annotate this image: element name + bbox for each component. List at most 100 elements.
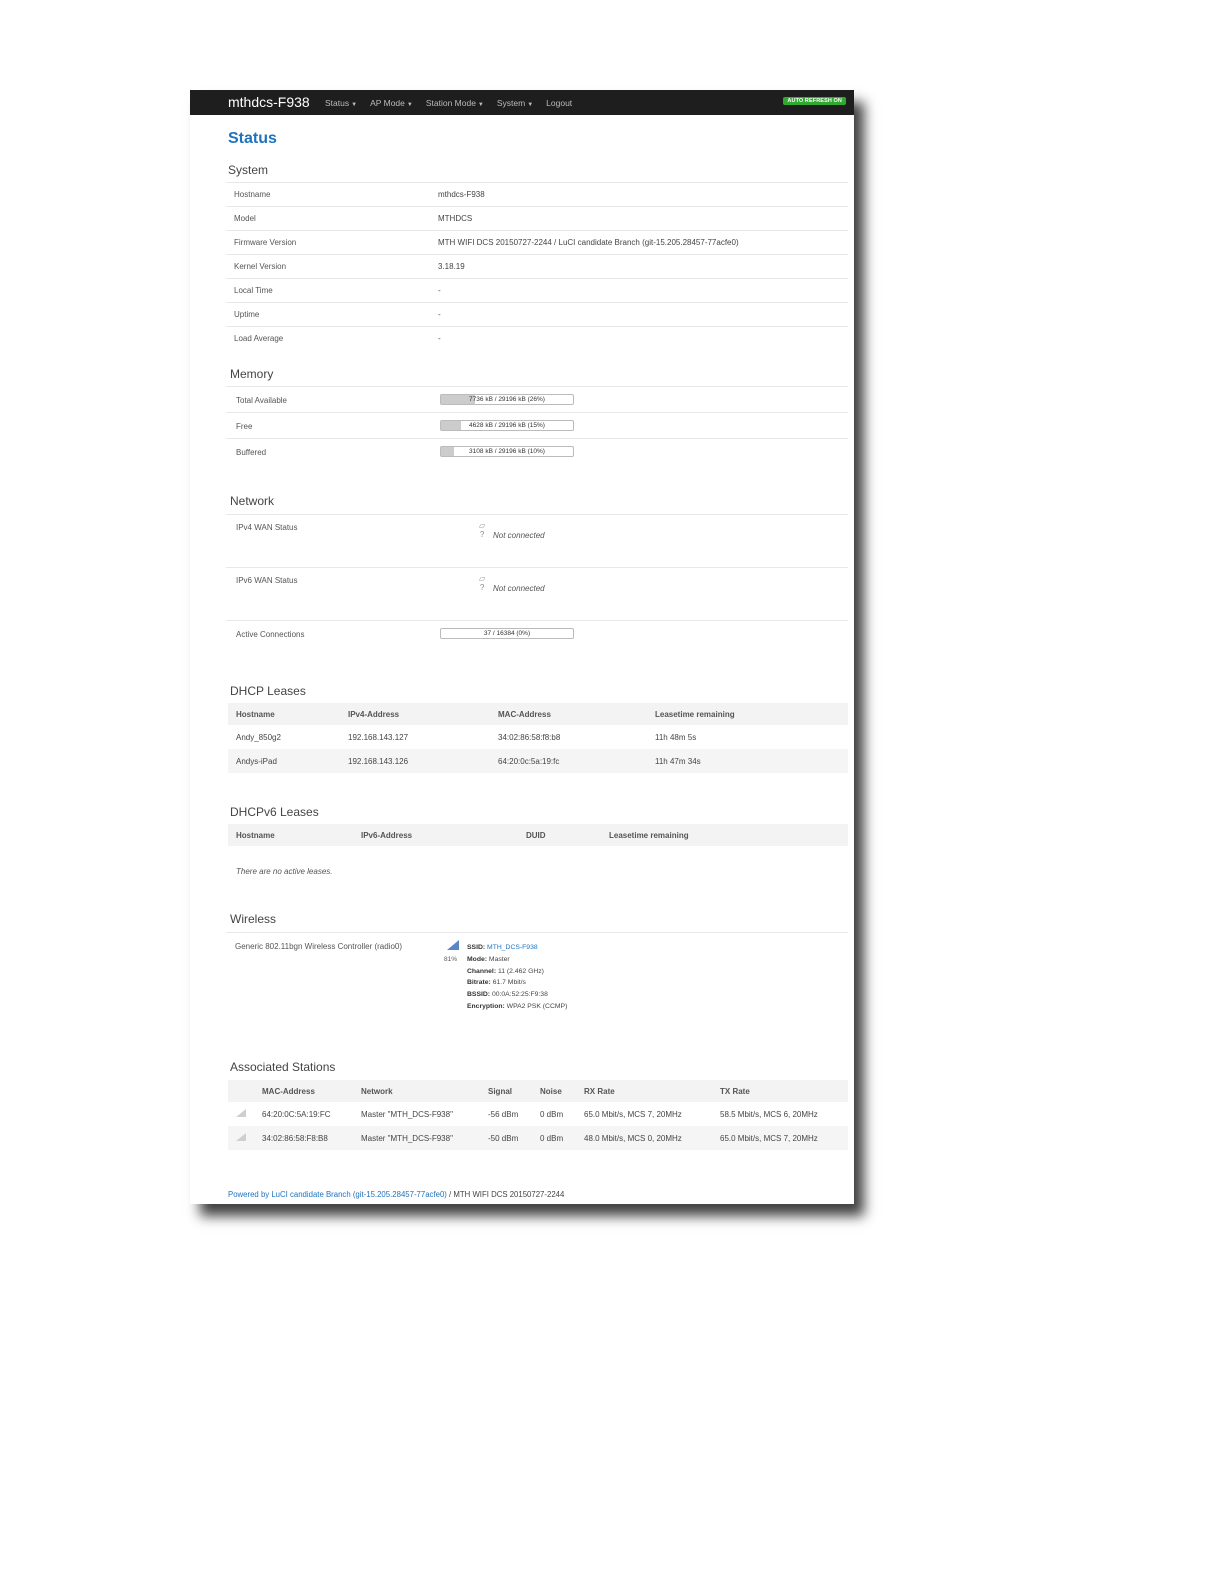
table-cell: 65.0 Mbit/s, MCS 7, 20MHz xyxy=(584,1109,682,1119)
dhcpv6-leases-table: Hostname IPv6-Address DUID Leasetime rem… xyxy=(228,824,848,846)
column-header: Leasetime remaining xyxy=(609,824,848,846)
ipv4-wan-status: Not connected xyxy=(493,531,545,540)
ipv4-wan-label: IPv4 WAN Status xyxy=(236,523,298,532)
nav-status-menu[interactable]: Status ▼ xyxy=(325,98,357,108)
wireless-info: SSID: MTH_DCS-F938 Mode: Master Channel:… xyxy=(467,942,567,1013)
network-link[interactable]: Master "MTH_DCS-F938" xyxy=(361,1102,488,1126)
wireless-divider xyxy=(226,932,848,933)
system-row: Model MTHDCS xyxy=(226,206,848,231)
system-row-label: Hostname xyxy=(234,190,271,199)
table-cell: 64:20:0C:5A:19:FC xyxy=(262,1109,331,1119)
bitrate-line: Bitrate: 61.7 Mbit/s xyxy=(467,977,567,989)
nav-system-menu[interactable]: System ▼ xyxy=(497,98,533,108)
top-navbar: mthdcs-F938 Status ▼ AP Mode ▼ Station Mod… xyxy=(190,90,854,115)
bssid-line: BSSID: 00:0A:52:25:F9:38 xyxy=(467,989,567,1001)
column-header xyxy=(228,1080,262,1102)
column-header: Network xyxy=(361,1080,488,1102)
table-header-row: Hostname IPv6-Address DUID Leasetime rem… xyxy=(228,824,848,846)
column-header: Hostname xyxy=(228,824,361,846)
signal-weak-icon xyxy=(236,1133,246,1141)
memory-progress-bar: 3108 kB / 29196 kB (10%) xyxy=(440,446,574,457)
mode-value: Master xyxy=(488,955,510,963)
dhcpv6-section-title: DHCPv6 Leases xyxy=(230,805,319,819)
system-row: Hostname mthdcs-F938 xyxy=(226,182,848,207)
table-cell xyxy=(228,1102,262,1126)
signal-strength-icon xyxy=(447,940,459,950)
system-row: Firmware Version MTH WIFI DCS 20150727-22… xyxy=(226,230,848,255)
info-key: SSID: xyxy=(467,944,486,951)
auto-refresh-toggle[interactable]: AUTO REFRESH ON xyxy=(783,97,846,105)
unknown-status-glyph: ? xyxy=(479,530,485,539)
ipv6-wan-status: Not connected xyxy=(493,584,545,593)
column-header: MAC-Address xyxy=(262,1080,361,1102)
network-link[interactable]: Master "MTH_DCS-F938" xyxy=(361,1126,488,1150)
nav-station-mode-label: Station Mode xyxy=(425,97,476,108)
memory-section-title: Memory xyxy=(230,367,274,381)
memory-row: Buffered 3108 kB / 29196 kB (10%) xyxy=(226,438,848,465)
table-row: Andy_850g2 192.168.143.127 34:02:86:58:f… xyxy=(228,725,848,749)
memory-row-label: Total Available xyxy=(236,396,287,405)
bssid-value: 00:0A:52:25:F9:38 xyxy=(491,991,548,999)
footer: Powered by LuCI candidate Branch (git-15… xyxy=(228,1190,564,1199)
table-cell xyxy=(228,1126,262,1150)
table-cell: 34:02:86:58:f8:b8 xyxy=(498,732,561,742)
table-cell: Andys-iPad xyxy=(228,749,348,773)
table-cell: 48.0 Mbit/s, MCS 0, 20MHz xyxy=(584,1126,720,1150)
system-row: Load Average - xyxy=(226,326,848,351)
table-row: Andys-iPad 192.168.143.126 64:20:0c:5a:1… xyxy=(228,749,848,773)
progress-text: 4628 kB / 29196 kB (15%) xyxy=(469,422,545,429)
nav-system-label: System xyxy=(496,97,526,108)
memory-row-label: Free xyxy=(236,422,253,431)
nav-logout-link[interactable]: Logout xyxy=(546,98,572,108)
brand-hostname[interactable]: mthdcs-F938 xyxy=(228,94,310,110)
page-title: Status xyxy=(228,130,277,147)
encryption-value: WPA2 PSK (CCMP) xyxy=(506,1002,568,1010)
table-row: 34:02:86:58:F8:B8 Master "MTH_DCS-F938" … xyxy=(228,1126,848,1150)
nav-ap-mode-menu[interactable]: AP Mode ▼ xyxy=(370,98,413,108)
column-header: RX Rate xyxy=(584,1080,720,1102)
system-row-label: Model xyxy=(234,214,256,223)
ssid-link[interactable]: MTH_DCS-F938 xyxy=(487,944,538,951)
encryption-line: Encryption: WPA2 PSK (CCMP) xyxy=(467,1001,567,1013)
system-row-value: mthdcs-F938 xyxy=(438,190,485,199)
table-cell: 65.0 Mbit/s, MCS 7, 20MHz xyxy=(720,1126,848,1150)
info-key: Mode: xyxy=(467,955,488,963)
column-header: Hostname xyxy=(228,703,348,725)
table-cell: 11h 48m 5s xyxy=(655,732,697,742)
progress-text: 7736 kB / 29196 kB (26%) xyxy=(469,396,545,403)
memory-progress-bar: 7736 kB / 29196 kB (26%) xyxy=(440,394,574,405)
system-row-value: MTH WIFI DCS 20150727-2244 / LuCI candid… xyxy=(438,238,739,247)
nav-status-label: Status xyxy=(325,97,350,108)
system-row-value: - xyxy=(438,334,441,343)
nav-ap-mode-label: AP Mode xyxy=(370,97,405,108)
column-header: Signal xyxy=(488,1080,540,1102)
info-key: Encryption: xyxy=(467,1002,505,1010)
luci-footer-link[interactable]: Powered by LuCI candidate Branch (git-15… xyxy=(228,1190,447,1199)
nav-station-mode-menu[interactable]: Station Mode ▼ xyxy=(426,98,484,108)
wireless-section-title: Wireless xyxy=(230,912,277,926)
chevron-down-icon: ▼ xyxy=(527,101,534,108)
system-row: Uptime - xyxy=(226,302,848,327)
table-cell: 192.168.143.126 xyxy=(348,749,498,773)
info-key: BSSID: xyxy=(467,991,491,999)
table-cell: 0 dBm xyxy=(540,1109,564,1119)
system-row-label: Firmware Version xyxy=(234,238,297,247)
broken-image-icon: ▱? xyxy=(479,521,486,539)
ssid-line: SSID: MTH_DCS-F938 xyxy=(467,942,567,954)
system-section-title: System xyxy=(228,163,269,177)
system-row-value: - xyxy=(438,310,441,319)
associated-stations-table: MAC-Address Network Signal Noise RX Rate… xyxy=(228,1080,848,1150)
system-row-label: Local Time xyxy=(234,286,273,295)
column-header: MAC-Address xyxy=(498,703,655,725)
column-header: IPv6-Address xyxy=(361,824,526,846)
dhcp-leases-table: Hostname IPv4-Address MAC-Address Leaset… xyxy=(228,703,848,773)
table-cell: 0 dBm xyxy=(540,1126,584,1150)
chevron-down-icon: ▼ xyxy=(406,101,413,108)
nav-menu: Status ▼ AP Mode ▼ Station Mode ▼ System ▼ L… xyxy=(325,90,585,115)
system-row-label: Kernel Version xyxy=(234,262,287,271)
ipv4-wan-row: IPv4 WAN Status ▱? Not connected xyxy=(226,514,848,568)
table-cell: 11h 47m 34s xyxy=(655,749,848,773)
column-header: IPv4-Address xyxy=(348,703,498,725)
footer-version: / MTH WIFI DCS 20150727-2244 xyxy=(446,1190,565,1199)
column-header: TX Rate xyxy=(720,1080,848,1102)
